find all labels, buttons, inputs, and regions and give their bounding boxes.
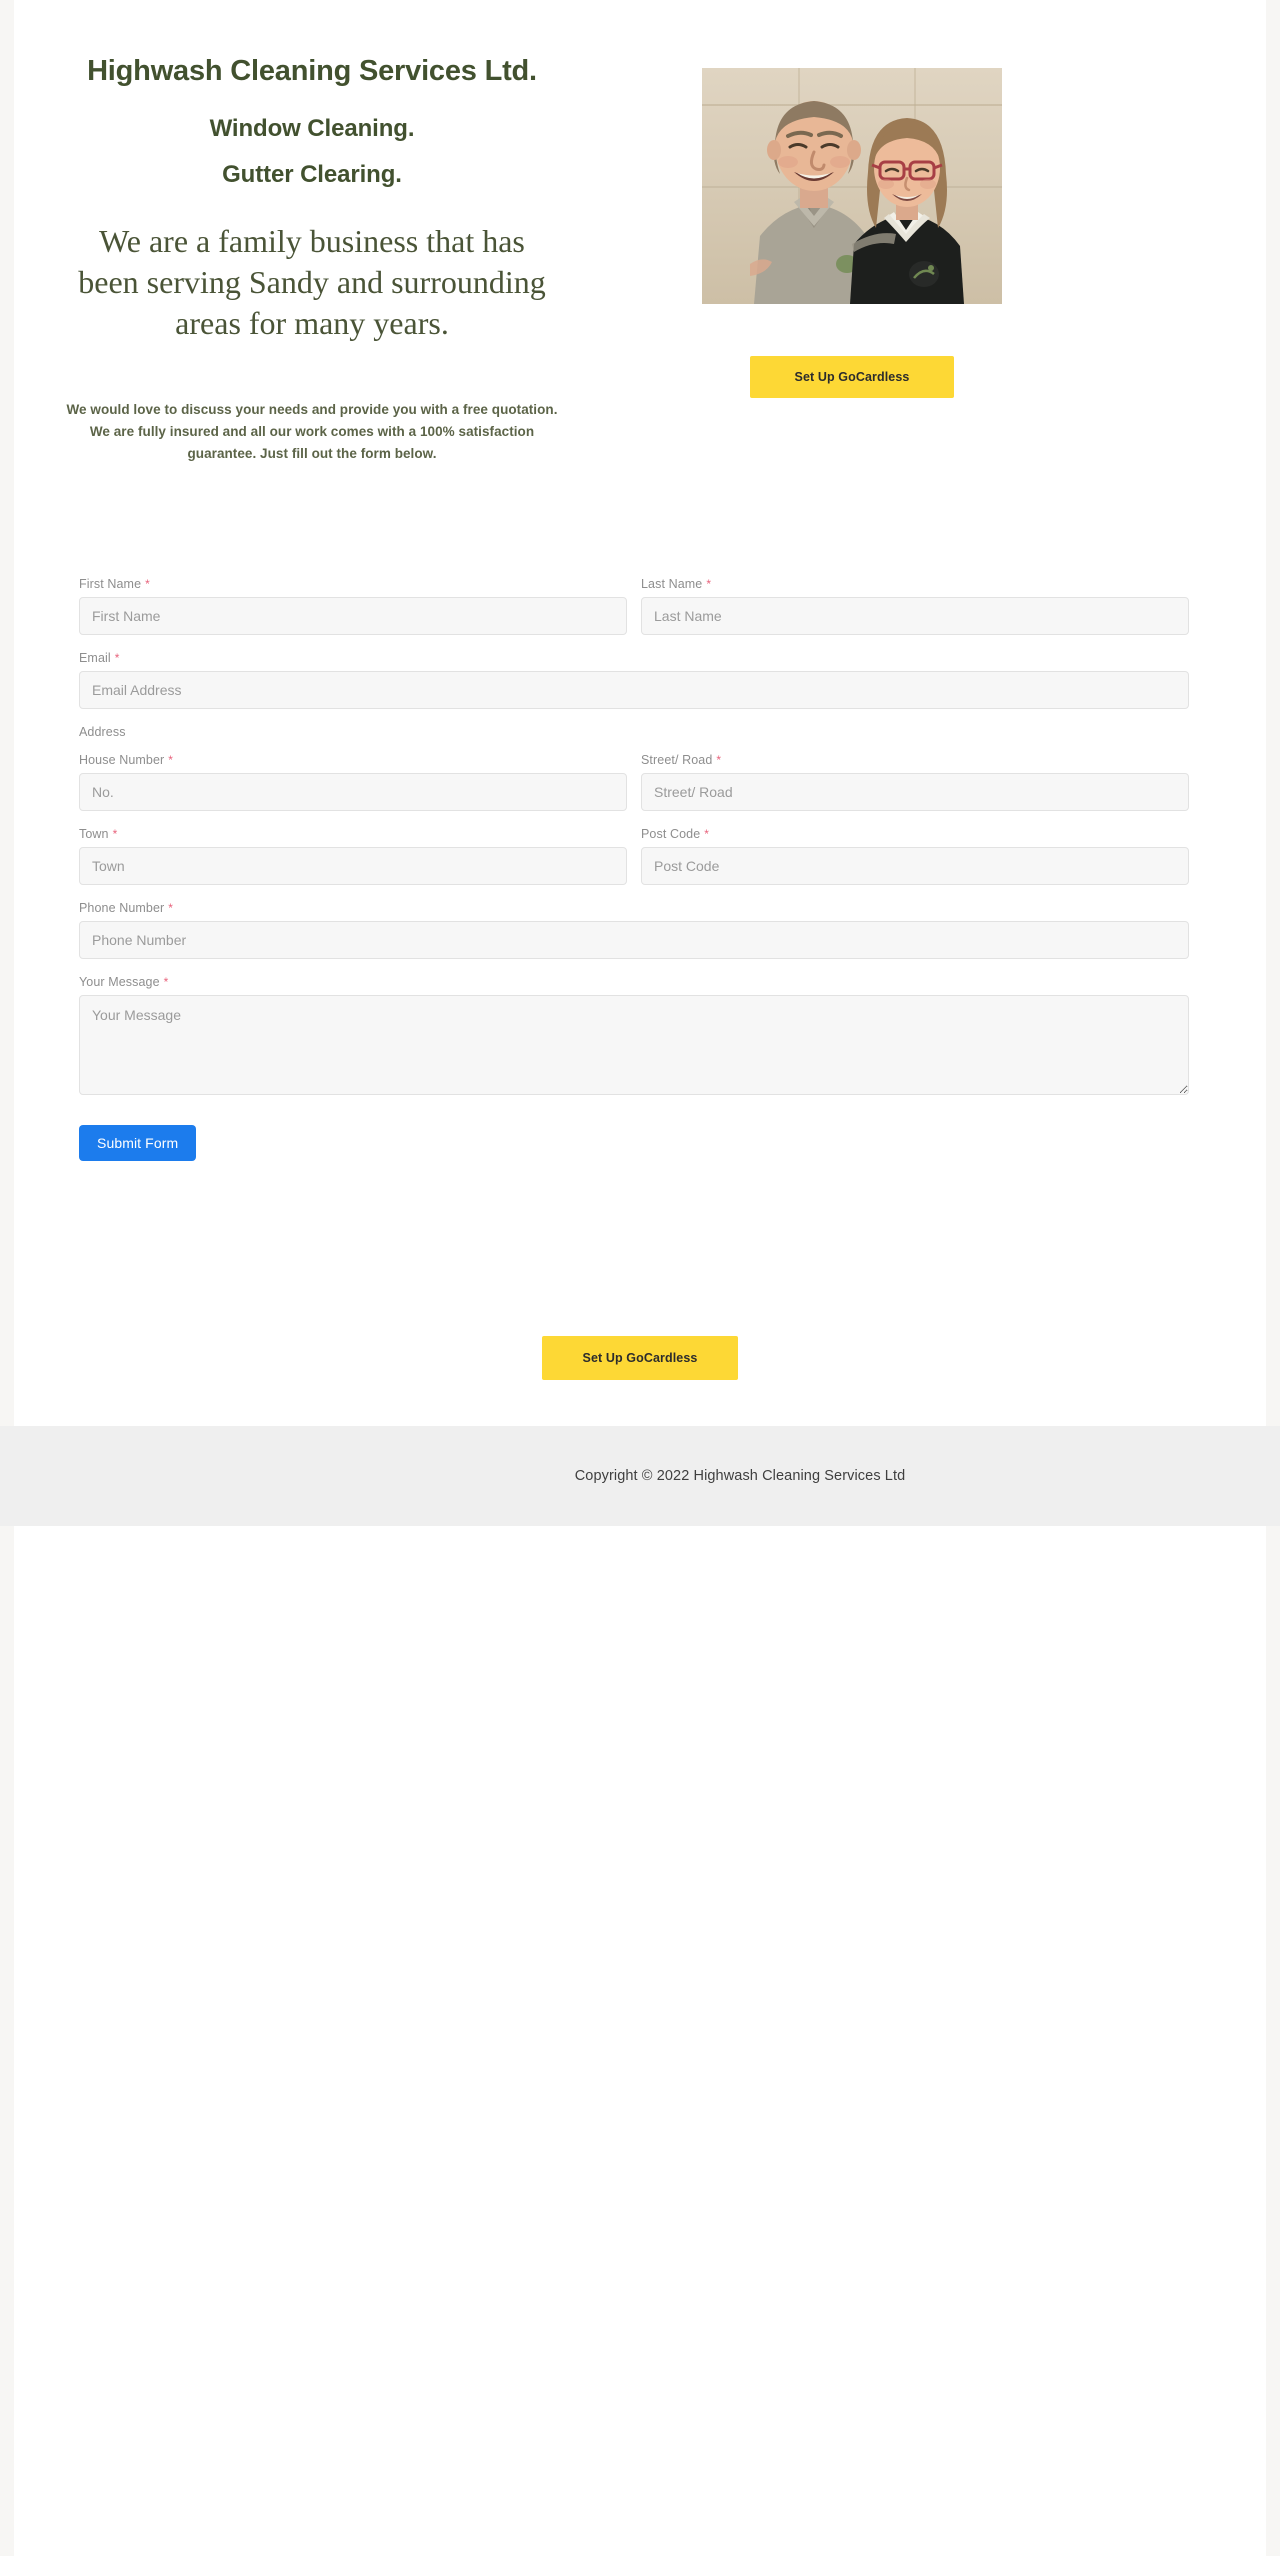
field-your-message: Your Message * xyxy=(79,975,1189,1095)
setup-gocardless-button-top[interactable]: Set Up GoCardless xyxy=(750,356,954,398)
required-marker: * xyxy=(168,900,174,915)
contact-form: First Name* Last Name* Email* xyxy=(79,577,1189,1161)
field-email: Email * xyxy=(79,651,1189,709)
hero-intro-paragraph: We are a family business that has been s… xyxy=(78,223,546,342)
setup-gocardless-button-bottom[interactable]: Set Up GoCardless xyxy=(542,1335,738,1380)
bottom-cta-section: Set Up GoCardless xyxy=(0,1335,1280,1426)
label-street: Street/ Road * xyxy=(641,753,1189,767)
email-input[interactable] xyxy=(79,670,1189,709)
phone-number-input[interactable] xyxy=(79,920,1189,959)
first-name-input[interactable] xyxy=(79,596,627,635)
house-number-input[interactable] xyxy=(79,772,627,811)
page-content: Highwash Cleaning Services Ltd. Window C… xyxy=(0,0,1280,1526)
label-email-text: Email xyxy=(79,650,111,665)
required-marker: * xyxy=(706,576,712,591)
required-marker: * xyxy=(716,752,722,767)
field-town: Town * xyxy=(79,827,627,885)
label-street-text: Street/ Road xyxy=(641,752,713,767)
field-house-number: House Number * xyxy=(79,753,627,811)
last-name-input[interactable] xyxy=(641,596,1189,635)
field-phone-number: Phone Number * xyxy=(79,901,1189,959)
town-input[interactable] xyxy=(79,846,627,885)
hero-section: Highwash Cleaning Services Ltd. Window C… xyxy=(0,0,1280,465)
label-first-name-text: First Name xyxy=(79,576,142,591)
your-message-textarea[interactable] xyxy=(79,994,1189,1095)
page-root: Highwash Cleaning Services Ltd. Window C… xyxy=(0,0,1280,2556)
hero-media-column: Set Up GoCardless xyxy=(702,52,1002,398)
label-phone-number: Phone Number * xyxy=(79,901,1189,915)
street-input[interactable] xyxy=(641,772,1189,811)
submit-form-button[interactable]: Submit Form xyxy=(79,1124,197,1161)
page-title: Highwash Cleaning Services Ltd. xyxy=(87,55,537,87)
post-code-input[interactable] xyxy=(641,846,1189,885)
label-last-name: Last Name * xyxy=(641,577,1189,591)
field-post-code: Post Code * xyxy=(641,827,1189,885)
label-your-message-text: Your Message xyxy=(79,974,160,989)
field-last-name: Last Name * xyxy=(641,577,1189,635)
form-row-name: First Name* Last Name* xyxy=(79,577,1189,651)
label-town-text: Town xyxy=(79,826,109,841)
team-photo xyxy=(702,68,1002,304)
address-section-label: Address xyxy=(79,724,126,739)
contact-form-section: First Name* Last Name* Email* xyxy=(0,577,1280,1161)
required-marker: * xyxy=(145,576,150,591)
required-marker: * xyxy=(112,826,118,841)
form-row-town: Town* Post Code* xyxy=(79,827,1189,901)
label-house-number-text: House Number xyxy=(79,752,165,767)
label-your-message: Your Message * xyxy=(79,975,1189,989)
label-town: Town * xyxy=(79,827,627,841)
required-marker: * xyxy=(168,752,174,767)
hero-subtitle-window-cleaning: Window Cleaning. xyxy=(209,114,415,142)
copyright-text: Copyright © 2022 Highwash Cleaning Servi… xyxy=(574,1467,906,1484)
hero-note-paragraph: We would love to discuss your needs and … xyxy=(66,402,558,461)
required-marker: * xyxy=(704,826,710,841)
site-footer: Copyright © 2022 Highwash Cleaning Servi… xyxy=(0,1425,1280,1526)
hero-text-column: Highwash Cleaning Services Ltd. Window C… xyxy=(52,52,572,465)
field-first-name: First Name * xyxy=(79,577,627,635)
required-marker: * xyxy=(163,974,169,989)
label-first-name: First Name * xyxy=(79,577,627,591)
label-house-number: House Number * xyxy=(79,753,627,767)
label-post-code-text: Post Code xyxy=(641,826,701,841)
label-last-name-text: Last Name xyxy=(641,576,703,591)
label-phone-number-text: Phone Number xyxy=(79,900,165,915)
form-row-street: House Number* Street/ Road* xyxy=(79,753,1189,827)
label-post-code: Post Code * xyxy=(641,827,1189,841)
hero-subtitle-gutter-clearing: Gutter Clearing. xyxy=(222,160,402,188)
required-marker: * xyxy=(114,650,120,665)
label-email: Email * xyxy=(79,651,1189,665)
field-street: Street/ Road * xyxy=(641,753,1189,811)
